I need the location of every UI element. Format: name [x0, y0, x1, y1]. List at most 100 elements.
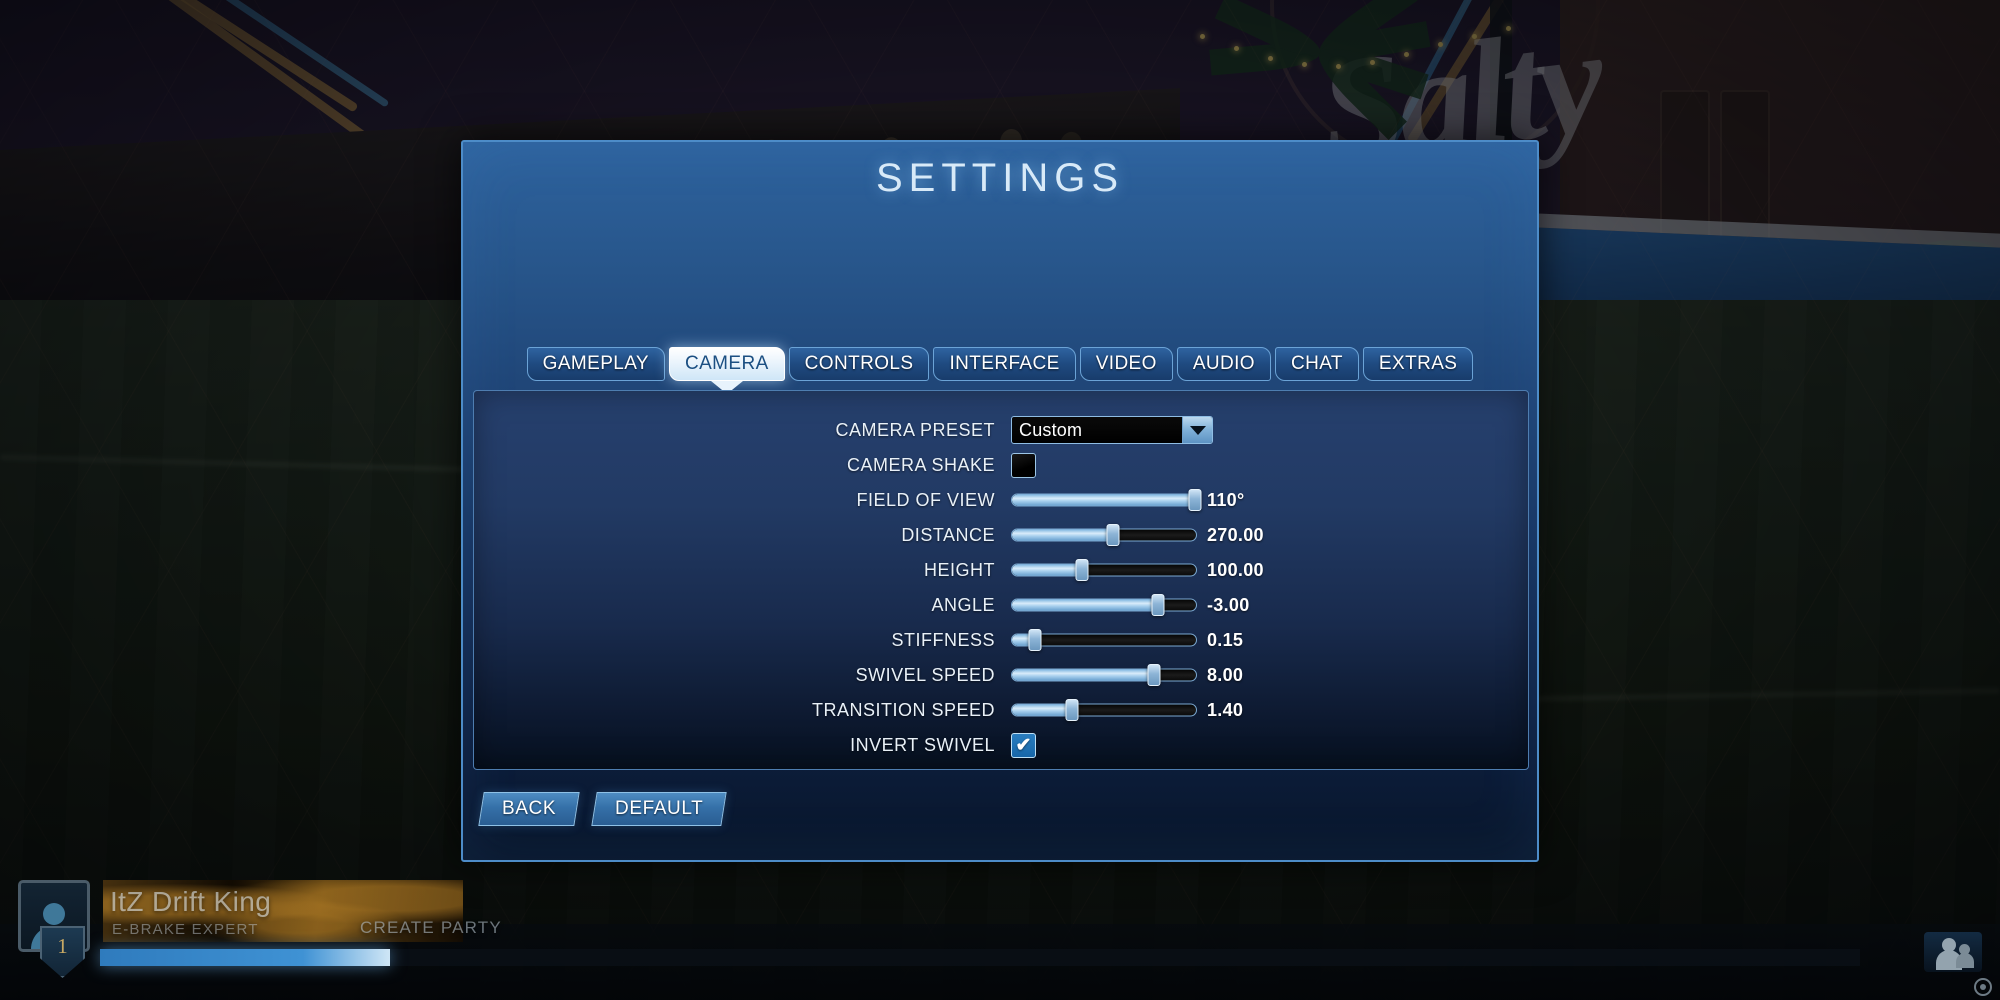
slider-handle[interactable] — [1147, 664, 1161, 686]
slider-handle[interactable] — [1188, 489, 1202, 511]
setting-row: SWIVEL SPEED 8.00 — [474, 658, 1528, 692]
slider-value: 8.00 — [1207, 664, 1244, 685]
setting-label: FIELD OF VIEW — [856, 489, 995, 510]
checkbox-invert-swivel[interactable]: ✔ — [1011, 732, 1036, 758]
xp-progress-fill — [100, 949, 390, 966]
slider-handle[interactable] — [1065, 699, 1079, 721]
system-status-icon[interactable] — [1974, 978, 1992, 996]
tab-extras[interactable]: EXTRAS — [1362, 347, 1474, 381]
setting-row: CAMERA SHAKE — [474, 448, 1528, 482]
tab-label: CHAT — [1291, 353, 1343, 374]
level-badge-value: 1 — [57, 934, 68, 958]
slider-value: 1.40 — [1207, 699, 1244, 720]
back-button[interactable]: BACK — [478, 792, 580, 826]
setting-row: HEIGHT 100.00 — [474, 553, 1528, 587]
bottom-hud: 1 ItZ Drift King E-BRAKE EXPERT CREATE P… — [0, 880, 2000, 1000]
tab-chat[interactable]: CHAT — [1275, 347, 1359, 381]
tab-label: CAMERA — [684, 353, 769, 374]
tab-camera[interactable]: CAMERA⌄ — [668, 347, 785, 399]
slider-swivel-speed[interactable] — [1011, 662, 1197, 688]
button-label: BACK — [502, 798, 557, 819]
setting-control: 0.15 — [1011, 627, 1277, 653]
slider-field-of-view[interactable] — [1011, 487, 1202, 513]
dropdown-camera-preset[interactable]: Custom — [1011, 416, 1213, 444]
slider-fill — [1012, 494, 1195, 506]
tab-interface[interactable]: INTERFACE — [933, 347, 1076, 381]
checkbox-camera-shake[interactable] — [1011, 452, 1036, 478]
slider-angle[interactable] — [1011, 592, 1197, 618]
player-name: ItZ Drift King — [110, 886, 272, 917]
slider-distance[interactable] — [1011, 522, 1197, 548]
chevron-down-icon[interactable] — [1182, 417, 1212, 443]
window-button-row: BACK DEFAULT — [478, 792, 728, 826]
slider-handle[interactable] — [1106, 524, 1120, 546]
setting-label: STIFFNESS — [891, 629, 995, 650]
setting-label: ANGLE — [931, 594, 995, 615]
default-button[interactable]: DEFAULT — [591, 792, 728, 826]
page-title-text: SETTINGS — [875, 156, 1125, 200]
tab-controls[interactable]: CONTROLS — [788, 347, 930, 381]
dropdown-value: Custom — [1019, 419, 1083, 440]
setting-control: 270.00 — [1011, 522, 1277, 548]
slider-track — [1011, 703, 1197, 717]
slider-value: 0.15 — [1207, 629, 1244, 650]
settings-window: SETTINGS GAMEPLAY CAMERA⌄ CONTROLS INTERFAC… — [461, 140, 1539, 862]
setting-row: STIFFNESS 0.15 — [474, 623, 1528, 657]
setting-row: ANGLE -3.00 — [474, 588, 1528, 622]
setting-label: HEIGHT — [923, 559, 995, 580]
settings-rows: CAMERA PRESET Custom CAMERA SHAKE FIELD OF … — [474, 413, 1528, 763]
slider-height[interactable] — [1011, 557, 1197, 583]
setting-control: ✔ — [1011, 732, 1036, 758]
palm-tree — [1209, 0, 1431, 140]
friends-icon[interactable] — [1924, 932, 1982, 972]
slider-value: 270.00 — [1207, 524, 1264, 545]
create-party-button[interactable]: CREATE PARTY — [360, 918, 502, 938]
player-title: E-BRAKE EXPERT — [112, 921, 259, 938]
setting-row: TRANSITION SPEED 1.40 — [474, 693, 1528, 727]
slider-fill — [1012, 529, 1114, 541]
setting-control: 1.40 — [1011, 697, 1277, 723]
slider-fill — [1012, 564, 1082, 576]
slider-track — [1011, 563, 1197, 577]
setting-label: CAMERA SHAKE — [846, 454, 995, 475]
button-label: DEFAULT — [615, 798, 704, 819]
setting-control: -3.00 — [1011, 592, 1277, 618]
setting-row: DISTANCE 270.00 — [474, 518, 1528, 552]
setting-label: INVERT SWIVEL — [850, 734, 995, 755]
setting-label: TRANSITION SPEED — [811, 699, 995, 720]
tab-label: GAMEPLAY — [542, 353, 649, 374]
tab-label: AUDIO — [1192, 353, 1255, 374]
setting-label: DISTANCE — [901, 524, 995, 545]
xp-progress-track — [100, 949, 1860, 966]
tab-label: CONTROLS — [804, 353, 914, 374]
setting-control: Custom — [1011, 416, 1213, 444]
slider-track — [1011, 528, 1197, 542]
setting-control — [1011, 452, 1036, 478]
setting-label: SWIVEL SPEED — [855, 664, 995, 685]
tab-label: EXTRAS — [1378, 353, 1458, 374]
slider-track — [1011, 598, 1197, 612]
slider-transition-speed[interactable] — [1011, 697, 1197, 723]
slider-handle[interactable] — [1151, 594, 1165, 616]
string-lights — [1200, 26, 1530, 69]
tab-audio[interactable]: AUDIO — [1176, 347, 1271, 381]
setting-row: CAMERA PRESET Custom — [474, 413, 1528, 447]
setting-control: 110° — [1011, 487, 1277, 513]
slider-handle[interactable] — [1028, 629, 1042, 651]
settings-content-panel: CAMERA PRESET Custom CAMERA SHAKE FIELD OF … — [473, 390, 1529, 770]
slider-value: 100.00 — [1207, 559, 1264, 580]
page-title: SETTINGS — [463, 156, 1537, 201]
tab-label: INTERFACE — [949, 353, 1060, 374]
slider-value: -3.00 — [1207, 594, 1250, 615]
slider-stiffness[interactable] — [1011, 627, 1197, 653]
tab-video[interactable]: VIDEO — [1079, 347, 1173, 381]
setting-row: INVERT SWIVEL ✔ — [474, 728, 1528, 762]
slider-value: 110° — [1207, 489, 1245, 510]
slider-track — [1011, 668, 1197, 682]
slider-fill — [1012, 704, 1073, 716]
tab-gameplay[interactable]: GAMEPLAY — [526, 347, 665, 381]
setting-control: 8.00 — [1011, 662, 1277, 688]
slider-handle[interactable] — [1075, 559, 1089, 581]
setting-control: 100.00 — [1011, 557, 1277, 583]
setting-row: FIELD OF VIEW 110° — [474, 483, 1528, 517]
